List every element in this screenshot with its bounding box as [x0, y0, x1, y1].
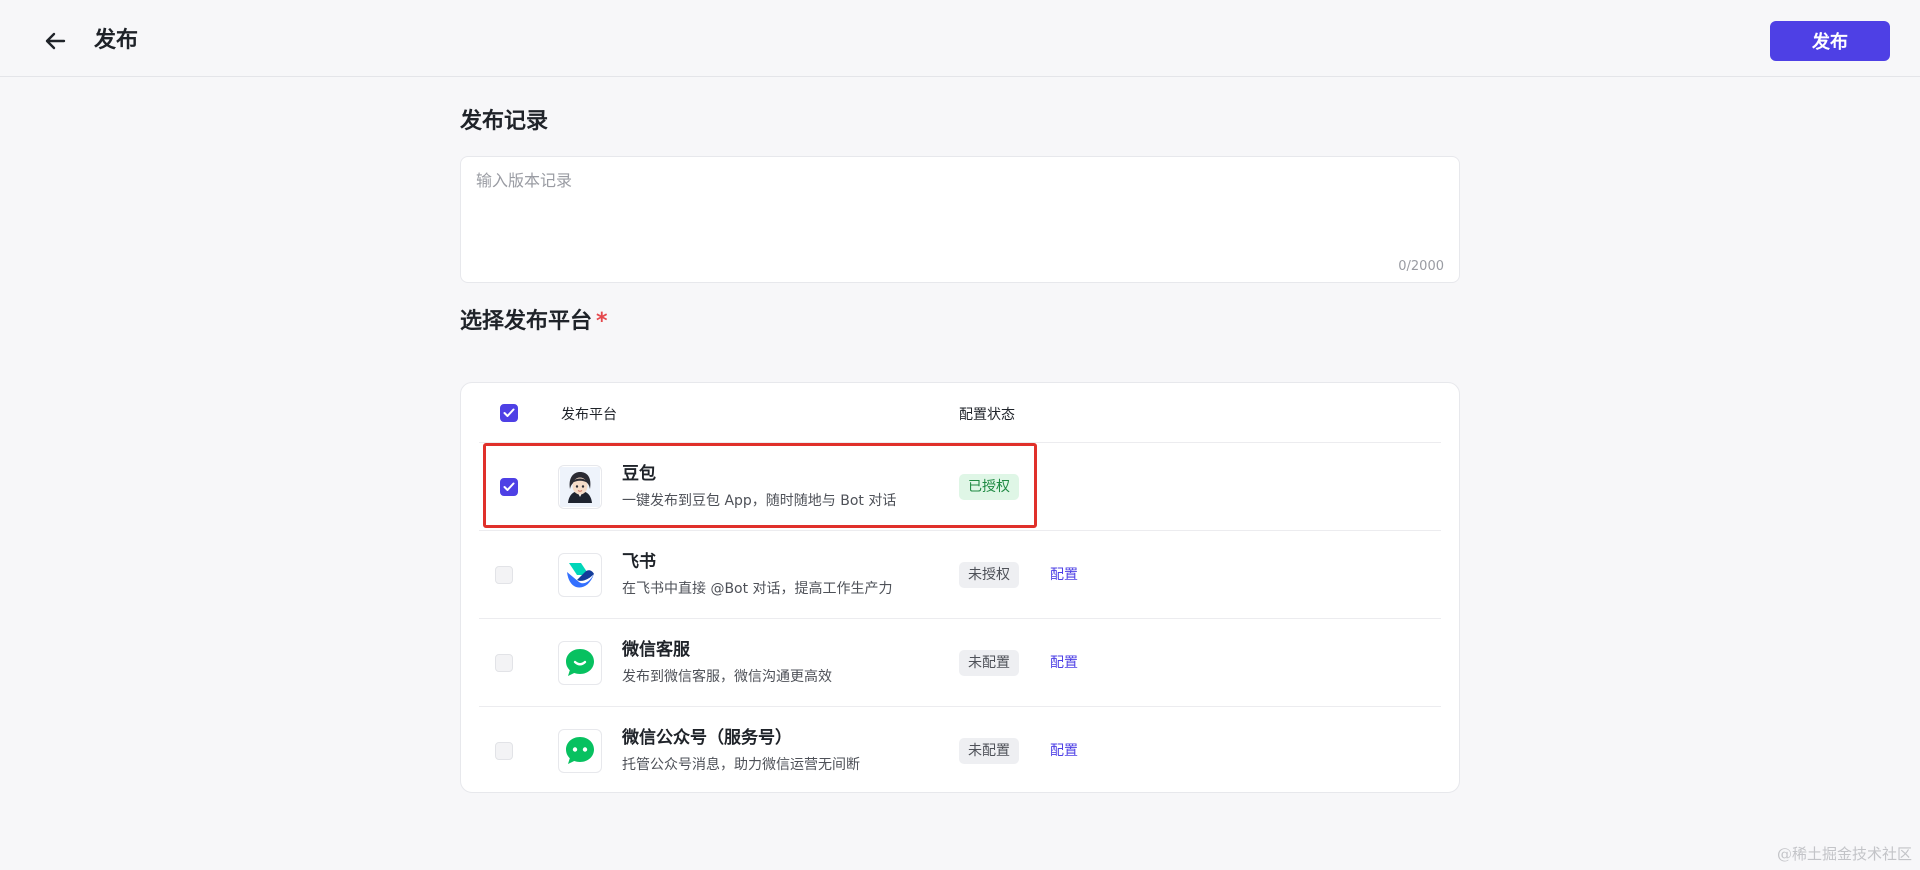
platform-desc: 一键发布到豆包 App，随时随地与 Bot 对话: [622, 493, 897, 509]
record-box: 0/2000: [460, 156, 1460, 283]
status-badge: 未授权: [959, 562, 1019, 588]
char-counter: 0/2000: [1398, 259, 1444, 274]
check-icon: [503, 408, 515, 417]
platform-section-title: 选择发布平台 *: [460, 307, 608, 337]
wechat-service-icon: [558, 641, 602, 685]
column-platform: 发布平台: [561, 407, 617, 423]
record-section-title: 发布记录: [460, 109, 549, 134]
platform-row-feishu: 飞书 在飞书中直接 @Bot 对话，提高工作生产力 未授权 配置: [479, 531, 1441, 619]
wechat-official-config-link[interactable]: 配置: [1050, 738, 1078, 764]
wechat-official-icon: [558, 729, 602, 773]
check-icon: [503, 482, 515, 491]
platform-name: 豆包: [622, 464, 656, 484]
wechat-service-config-link[interactable]: 配置: [1050, 650, 1078, 676]
doubao-avatar-icon: [558, 465, 602, 509]
arrow-left-icon: [45, 32, 66, 50]
wechat-service-checkbox[interactable]: [495, 654, 513, 672]
platform-row-doubao: 豆包 一键发布到豆包 App，随时随地与 Bot 对话 已授权: [479, 443, 1441, 531]
column-status: 配置状态: [959, 407, 1015, 423]
platform-name: 飞书: [622, 552, 656, 572]
feishu-config-link[interactable]: 配置: [1050, 562, 1078, 588]
status-badge: 未配置: [959, 650, 1019, 676]
feishu-checkbox[interactable]: [495, 566, 513, 584]
platform-name: 微信公众号（服务号）: [622, 728, 792, 748]
platform-row-wechat-official: 微信公众号（服务号） 托管公众号消息，助力微信运营无间断 未配置 配置: [479, 707, 1441, 795]
top-bar: 发布 发布: [0, 0, 1920, 77]
status-badge: 未配置: [959, 738, 1019, 764]
platform-name: 微信客服: [622, 640, 690, 660]
select-all-checkbox[interactable]: [500, 404, 518, 422]
back-button[interactable]: [40, 26, 70, 56]
watermark: @稀土掘金技术社区: [1776, 845, 1912, 863]
doubao-checkbox[interactable]: [500, 478, 518, 496]
platform-section-label: 选择发布平台: [460, 309, 593, 334]
status-badge: 已授权: [959, 474, 1019, 500]
platform-row-wechat-service: 微信客服 发布到微信客服，微信沟通更高效 未配置 配置: [479, 619, 1441, 707]
platform-desc: 发布到微信客服，微信沟通更高效: [622, 669, 832, 685]
version-record-input[interactable]: [476, 167, 1436, 257]
platform-desc: 托管公众号消息，助力微信运营无间断: [622, 757, 860, 773]
required-mark: *: [596, 309, 608, 334]
page-title: 发布: [94, 28, 139, 53]
table-header: 发布平台 配置状态: [479, 383, 1441, 443]
platform-desc: 在飞书中直接 @Bot 对话，提高工作生产力: [622, 581, 893, 597]
wechat-official-checkbox[interactable]: [495, 742, 513, 760]
platform-table: 发布平台 配置状态 豆包 一键发布到豆包 App，随时随地与 Bot 对话 已授…: [460, 382, 1460, 793]
publish-button[interactable]: 发布: [1770, 21, 1890, 61]
feishu-logo-icon: [558, 553, 602, 597]
